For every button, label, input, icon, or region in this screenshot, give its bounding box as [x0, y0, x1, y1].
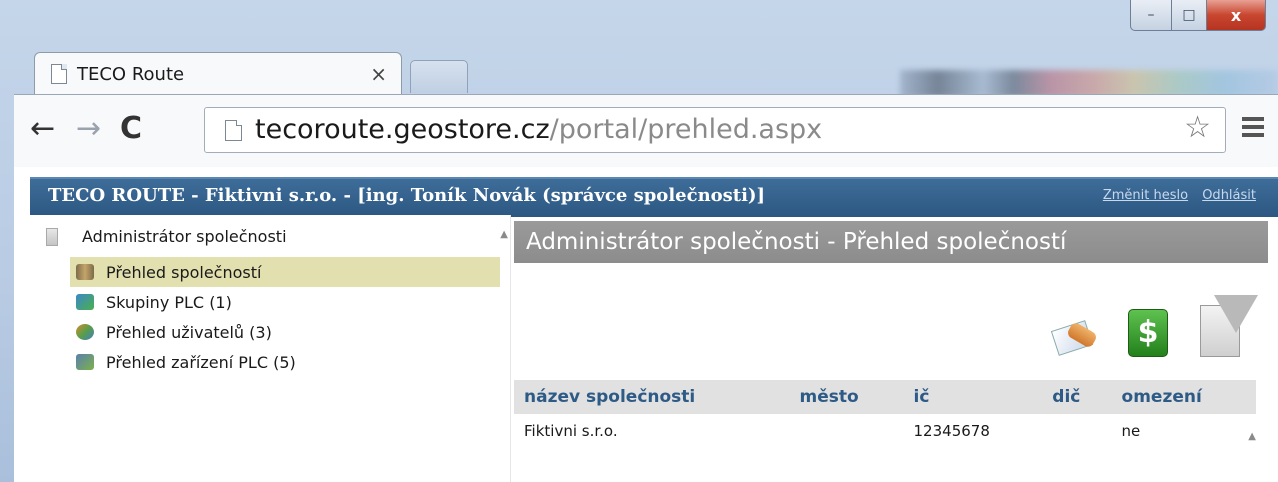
column-header-city[interactable]: město [789, 380, 904, 414]
sidebar-item-label: Přehled společností [106, 262, 262, 282]
column-header-dic[interactable]: dič [1042, 380, 1112, 414]
address-bar[interactable]: tecoroute.geostore.cz/portal/prehled.asp… [204, 107, 1226, 153]
sidebar-item-companies[interactable]: Přehled společností [70, 257, 500, 287]
action-toolbar: $ [1050, 295, 1258, 357]
reload-icon[interactable]: C [120, 109, 142, 149]
url-host: tecoroute.geostore.cz [255, 114, 550, 145]
change-password-link[interactable]: Změnit heslo [1103, 188, 1188, 203]
page-icon [51, 64, 67, 84]
filter-icon[interactable] [1196, 295, 1258, 357]
cell-dic [1042, 414, 1111, 448]
tab-close-icon[interactable]: × [370, 62, 387, 86]
companies-table: název společnosti město ič dič omezení F… [514, 380, 1256, 448]
tree-root[interactable]: Administrátor společnosti [46, 227, 287, 246]
browser-menu-icon[interactable] [1242, 117, 1264, 141]
column-header-restriction[interactable]: omezení [1111, 380, 1256, 414]
bookmark-star-icon[interactable]: ☆ [1184, 110, 1211, 145]
forward-arrow-icon[interactable]: → [76, 109, 101, 149]
cell-restriction: ne [1121, 422, 1141, 440]
sidebar-item-users[interactable]: Přehled uživatelů (3) [70, 317, 500, 347]
close-window-button[interactable]: x [1207, 0, 1266, 31]
column-header-name[interactable]: název společnosti [514, 380, 790, 414]
tab-title: TECO Route [77, 63, 185, 85]
sidebar-item-label: Přehled uživatelů (3) [106, 322, 272, 342]
url-text[interactable]: tecoroute.geostore.cz/portal/prehled.asp… [255, 112, 822, 148]
page-title: Administrátor společnosti - Přehled spol… [514, 221, 1268, 263]
browser-tab[interactable]: TECO Route × [34, 52, 402, 95]
tree-root-label: Administrátor společnosti [82, 227, 287, 246]
cell-name: Fiktivni s.r.o. [524, 422, 618, 440]
sidebar-item-label: Skupiny PLC (1) [106, 292, 232, 312]
browser-window: – □ x TECO Route × ← → C tecoroute.geost… [0, 0, 1278, 482]
groups-icon [76, 294, 94, 310]
logout-link[interactable]: Odhlásit [1202, 188, 1256, 203]
tree-list: Přehled společností Skupiny PLC (1) Přeh… [70, 257, 500, 377]
scroll-up-icon[interactable]: ▲ [1248, 431, 1256, 442]
cell-ic: 12345678 [913, 422, 990, 440]
maximize-button[interactable]: □ [1172, 0, 1207, 31]
sidebar-item-plc-groups[interactable]: Skupiny PLC (1) [70, 287, 500, 317]
back-arrow-icon[interactable]: ← [30, 109, 55, 149]
users-icon [76, 324, 94, 340]
column-header-ic[interactable]: ič [903, 380, 1043, 414]
web-page: TECO ROUTE - Fiktivni s.r.o. - [ing. Ton… [14, 167, 1278, 482]
page-icon [225, 120, 242, 141]
app-header: TECO ROUTE - Fiktivni s.r.o. - [ing. Ton… [30, 177, 1278, 217]
edit-icon[interactable] [1050, 315, 1100, 357]
minimize-button[interactable]: – [1130, 0, 1172, 31]
table-header-row: název společnosti město ič dič omezení [514, 380, 1256, 414]
sidebar: ▲ Administrátor společnosti Přehled spol… [30, 215, 511, 482]
main-panel: Administrátor společnosti - Přehled spol… [514, 215, 1278, 482]
sidebar-item-label: Přehled zařízení PLC (5) [106, 352, 296, 372]
scroll-up-icon[interactable]: ▲ [500, 229, 508, 240]
companies-icon [76, 264, 94, 280]
url-path: /portal/prehled.aspx [549, 114, 823, 145]
new-tab-button[interactable] [410, 60, 468, 93]
cell-city [789, 414, 903, 448]
sidebar-item-plc-devices[interactable]: Přehled zařízení PLC (5) [70, 347, 500, 377]
window-controls: – □ x [1130, 0, 1266, 31]
money-icon[interactable]: $ [1128, 309, 1168, 357]
browser-toolbar: ← → C tecoroute.geostore.cz/portal/prehl… [14, 94, 1278, 167]
devices-icon [76, 354, 94, 370]
root-node-icon [46, 227, 58, 246]
app-title: TECO ROUTE - Fiktivni s.r.o. - [ing. Ton… [48, 185, 765, 206]
table-row[interactable]: Fiktivni s.r.o. 12345678 ne [514, 414, 1256, 448]
